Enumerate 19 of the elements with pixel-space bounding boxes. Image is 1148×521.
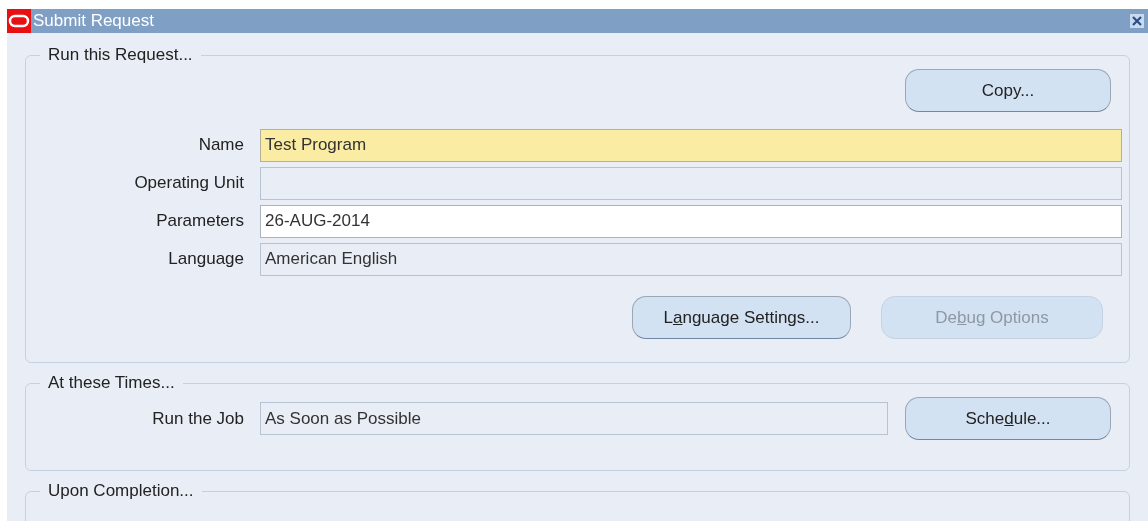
copy-button[interactable]: Copy...	[905, 69, 1111, 112]
group-title: At these Times...	[47, 373, 176, 393]
text-field[interactable]: American English	[260, 242, 1122, 276]
logo-icon	[7, 9, 31, 33]
field-label: Name	[197, 134, 245, 157]
field-label: Run the Job	[151, 407, 245, 430]
text-field[interactable]: Test Program	[260, 128, 1122, 162]
schedule-button[interactable]: Schedule...	[905, 397, 1111, 440]
group-title: Upon Completion...	[47, 481, 195, 501]
close-icon[interactable]	[1130, 14, 1144, 28]
group-title: Run this Request...	[47, 45, 194, 65]
text-field[interactable]	[260, 166, 1122, 200]
text-field[interactable]: As Soon as Possible	[260, 402, 888, 435]
settings-button[interactable]: Language Settings...	[632, 296, 851, 339]
text-field[interactable]: 26-AUG-2014	[260, 204, 1122, 238]
window-title: Submit Request	[33, 10, 154, 33]
field-label: Parameters	[155, 210, 245, 233]
field-label: Language	[167, 248, 245, 271]
field-label: Operating Unit	[133, 172, 245, 195]
